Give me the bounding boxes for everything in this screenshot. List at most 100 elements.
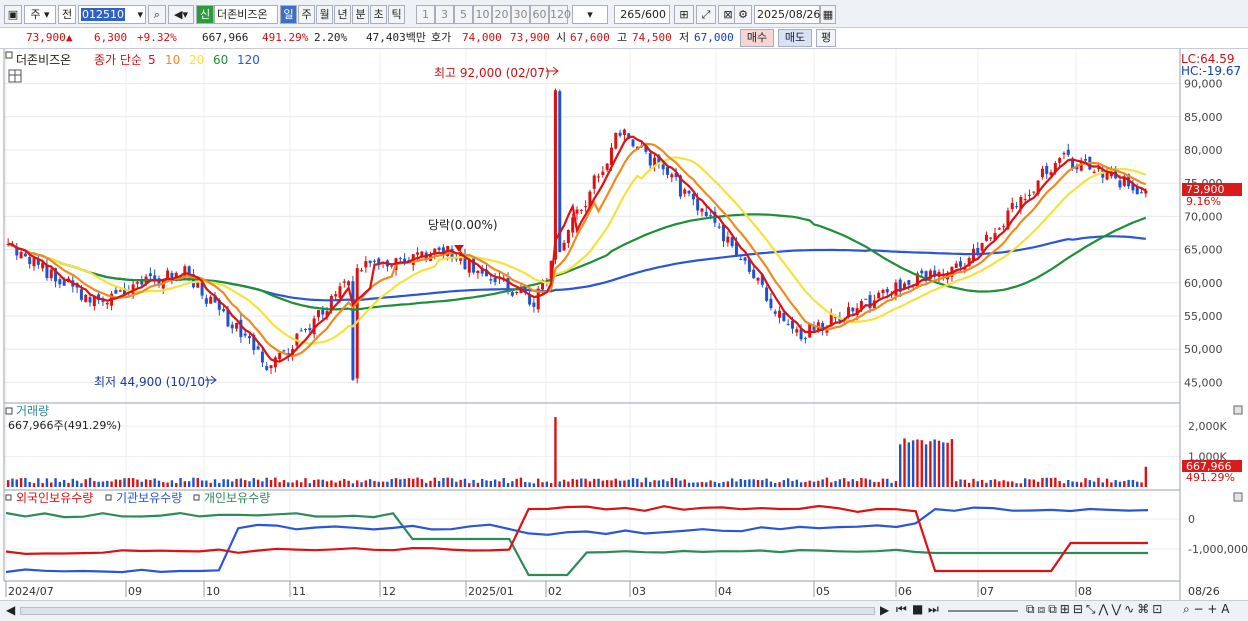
count-display[interactable]: 265/600 — [614, 5, 670, 24]
volume-bar — [6, 480, 10, 487]
volume-bar — [562, 479, 566, 487]
volume-bar — [774, 482, 777, 487]
candle-body — [135, 282, 139, 284]
hc-value: HC:-19.67 — [1181, 64, 1241, 78]
x-tick-label: 11 — [292, 585, 306, 598]
zoom-slider[interactable] — [948, 610, 1018, 612]
volume-bar — [1140, 482, 1143, 487]
period-unit-select[interactable]: 주 ▾ — [24, 5, 56, 24]
tool-icons[interactable]: ⧉⧈⧉⊞⊟⤡⋀⋁∿⌘⊡ — [1026, 602, 1165, 617]
period-button-6[interactable]: 틱 — [388, 5, 405, 24]
volume-bar — [140, 481, 143, 487]
volume-bar — [162, 482, 165, 487]
period-button-3[interactable]: 년 — [334, 5, 351, 24]
window-icon[interactable]: ▣ — [4, 5, 22, 24]
volume-bar — [1032, 479, 1035, 487]
sell-button[interactable]: 매도 — [778, 29, 812, 47]
close-icon[interactable] — [1233, 492, 1243, 502]
draw-tool-icon[interactable]: ⤢ — [696, 5, 716, 24]
interval-button-3[interactable]: 3 — [435, 5, 454, 24]
candle-body — [989, 237, 993, 239]
volume-bar — [295, 480, 299, 487]
candle-body — [372, 260, 376, 262]
close-icon[interactable] — [1233, 405, 1243, 415]
zoom-icons[interactable]: ⌕ − + A — [1183, 602, 1229, 617]
prev-button[interactable]: 전 — [58, 5, 76, 24]
interval-button-60[interactable]: 60 — [530, 5, 549, 24]
candle-body — [954, 263, 958, 268]
interval-button-10[interactable]: 10 — [473, 5, 492, 24]
last-page-icon[interactable]: ⏭ — [928, 602, 939, 617]
candle-body — [247, 336, 251, 339]
date-field[interactable]: 2025/08/26 — [754, 5, 820, 24]
interval-button-120[interactable]: 120 — [549, 5, 571, 24]
volume-value-label: 667,966주(491.29%) — [8, 419, 121, 432]
volume-bar — [183, 481, 187, 487]
volume-bar — [1019, 483, 1023, 487]
stock-name-field[interactable]: 더존비즈온 — [214, 5, 278, 24]
candle-body — [472, 257, 476, 273]
candle-body — [105, 302, 109, 305]
grid-tool-icon[interactable]: ⊞ — [674, 5, 694, 24]
interval-select[interactable]: ▾ — [572, 5, 608, 24]
chevron-down-icon[interactable]: ▾ — [137, 6, 143, 23]
interval-button-5[interactable]: 5 — [454, 5, 473, 24]
candle-body — [329, 295, 333, 309]
x-tick-label: 09 — [128, 585, 142, 598]
volume-bar — [588, 481, 592, 487]
volume-bar — [239, 478, 243, 487]
volume-bar — [218, 482, 221, 487]
candle-body — [420, 251, 424, 257]
buy-button[interactable]: 매수 — [740, 29, 774, 47]
volume-bar — [1062, 483, 1066, 487]
first-page-icon[interactable]: ⏮ — [896, 602, 907, 617]
volume-bar — [1011, 481, 1014, 487]
volume-bar — [88, 477, 92, 487]
interval-button-1[interactable]: 1 — [416, 5, 435, 24]
volume-bar — [886, 478, 889, 487]
interval-button-30[interactable]: 30 — [511, 5, 530, 24]
stock-chart[interactable]: 90,00085,00080,00075,00070,00065,00060,0… — [0, 49, 1248, 600]
volume-bar — [1080, 482, 1083, 487]
volume-bar — [959, 479, 962, 487]
candle-body — [786, 324, 790, 326]
volume-bar — [881, 478, 885, 487]
scroll-right-icon[interactable]: ▶ — [880, 603, 889, 617]
volume-bar — [515, 478, 518, 487]
period-button-4[interactable]: 분 — [352, 5, 369, 24]
gear-icon[interactable]: ⚙ — [734, 5, 752, 24]
candle-body — [726, 236, 730, 243]
period-button-2[interactable]: 월 — [316, 5, 333, 24]
volume-bar — [106, 480, 109, 487]
candle-body — [32, 258, 36, 267]
candle-body — [1040, 168, 1044, 178]
search-icon[interactable]: ⌕ — [148, 5, 166, 24]
volume-bar — [593, 478, 596, 487]
flow-y-tick: 0 — [1188, 513, 1195, 526]
volume-bar — [575, 479, 579, 487]
volume-bar — [1036, 481, 1040, 487]
stock-code-input[interactable]: 012510 ▾ — [78, 5, 146, 24]
speaker-icon[interactable]: ◀▾ — [168, 5, 194, 24]
x-tick-label: 12 — [382, 585, 396, 598]
low-annotation: 최저 44,900 (10/10) — [94, 375, 210, 389]
candle-body — [959, 261, 963, 267]
interval-button-20[interactable]: 20 — [492, 5, 511, 24]
volume-bar — [726, 481, 730, 487]
calendar-icon[interactable]: ▦ — [820, 5, 836, 24]
scroll-left-icon[interactable]: ◀ — [6, 603, 15, 617]
volume-bar — [231, 481, 234, 487]
period-button-0[interactable]: 일 — [280, 5, 297, 24]
candle-body — [605, 163, 609, 170]
candle-body — [398, 258, 402, 260]
volume-bar — [700, 481, 704, 487]
x-tick-label: 03 — [632, 585, 646, 598]
candle-body — [984, 234, 988, 241]
period-button-5[interactable]: 초 — [370, 5, 387, 24]
scrollbar-track[interactable] — [20, 607, 875, 615]
period-button-1[interactable]: 주 — [298, 5, 315, 24]
volume-bar — [446, 477, 449, 487]
volume-bar — [1058, 481, 1061, 487]
stop-icon[interactable]: ■ — [912, 602, 923, 616]
avg-button[interactable]: 평 — [816, 29, 836, 47]
